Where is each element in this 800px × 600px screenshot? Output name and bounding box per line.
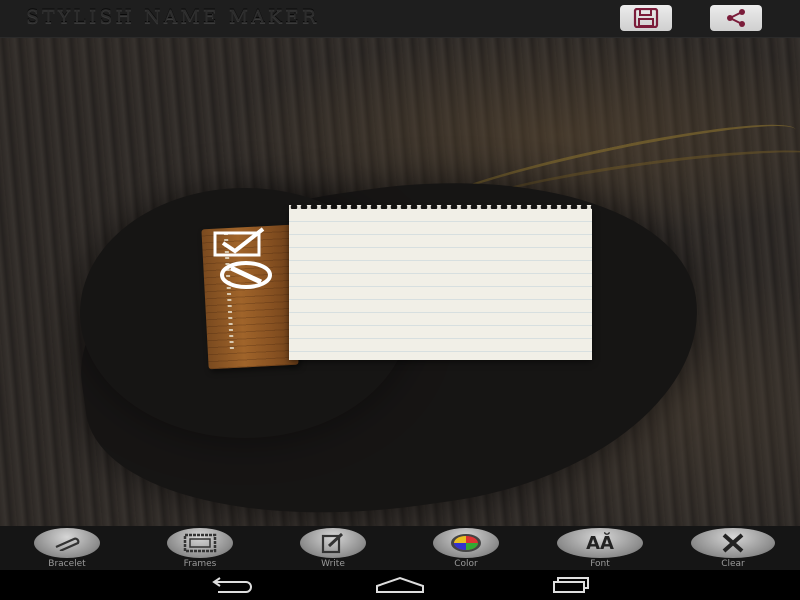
edit-icon bbox=[321, 532, 344, 554]
top-bar: STYLISH NAME MAKER bbox=[0, 0, 800, 38]
back-button[interactable] bbox=[205, 574, 255, 596]
tool-bracelet[interactable]: Bracelet bbox=[27, 528, 107, 570]
color-wheel-icon bbox=[451, 534, 481, 552]
check-box-icon bbox=[213, 227, 265, 257]
cancel-button[interactable] bbox=[219, 261, 273, 293]
tool-label: Write bbox=[321, 559, 345, 569]
color-button[interactable] bbox=[433, 528, 499, 558]
save-button[interactable] bbox=[620, 5, 672, 31]
frames-button[interactable] bbox=[167, 528, 233, 558]
recents-icon bbox=[553, 577, 589, 593]
back-icon bbox=[212, 577, 252, 593]
lined-paper-input[interactable] bbox=[289, 209, 592, 360]
tool-clear[interactable]: Clear bbox=[691, 528, 775, 570]
font-button[interactable]: AĂ bbox=[557, 528, 643, 558]
system-nav-bar bbox=[0, 570, 800, 600]
bottom-toolbar: Bracelet Frames Write Color AĂ Font Clea… bbox=[0, 526, 800, 570]
tool-color[interactable]: Color bbox=[426, 528, 506, 570]
bracelet-button[interactable] bbox=[34, 528, 100, 558]
tool-label: Clear bbox=[721, 559, 745, 569]
save-icon bbox=[633, 8, 659, 28]
confirm-button[interactable] bbox=[213, 227, 277, 265]
frame-icon bbox=[183, 533, 217, 553]
font-icon: AĂ bbox=[586, 532, 614, 554]
tool-frames[interactable]: Frames bbox=[160, 528, 240, 570]
share-icon bbox=[727, 9, 745, 27]
close-icon bbox=[722, 533, 744, 553]
tool-label: Bracelet bbox=[48, 559, 86, 569]
app-title: STYLISH NAME MAKER bbox=[26, 6, 320, 28]
recents-button[interactable] bbox=[545, 574, 595, 596]
photo-canvas[interactable] bbox=[0, 38, 800, 526]
tool-write[interactable]: Write bbox=[293, 528, 373, 570]
tool-label: Frames bbox=[183, 559, 217, 569]
write-button[interactable] bbox=[300, 528, 366, 558]
tool-label: Font bbox=[590, 559, 610, 569]
no-entry-icon bbox=[220, 261, 272, 289]
share-button[interactable] bbox=[710, 5, 762, 31]
home-button[interactable] bbox=[375, 574, 425, 596]
clear-button[interactable] bbox=[691, 528, 775, 558]
tool-label: Color bbox=[454, 559, 478, 569]
tool-font[interactable]: AĂ Font bbox=[557, 528, 643, 570]
bracelet-icon bbox=[55, 537, 80, 551]
home-icon bbox=[376, 576, 424, 593]
